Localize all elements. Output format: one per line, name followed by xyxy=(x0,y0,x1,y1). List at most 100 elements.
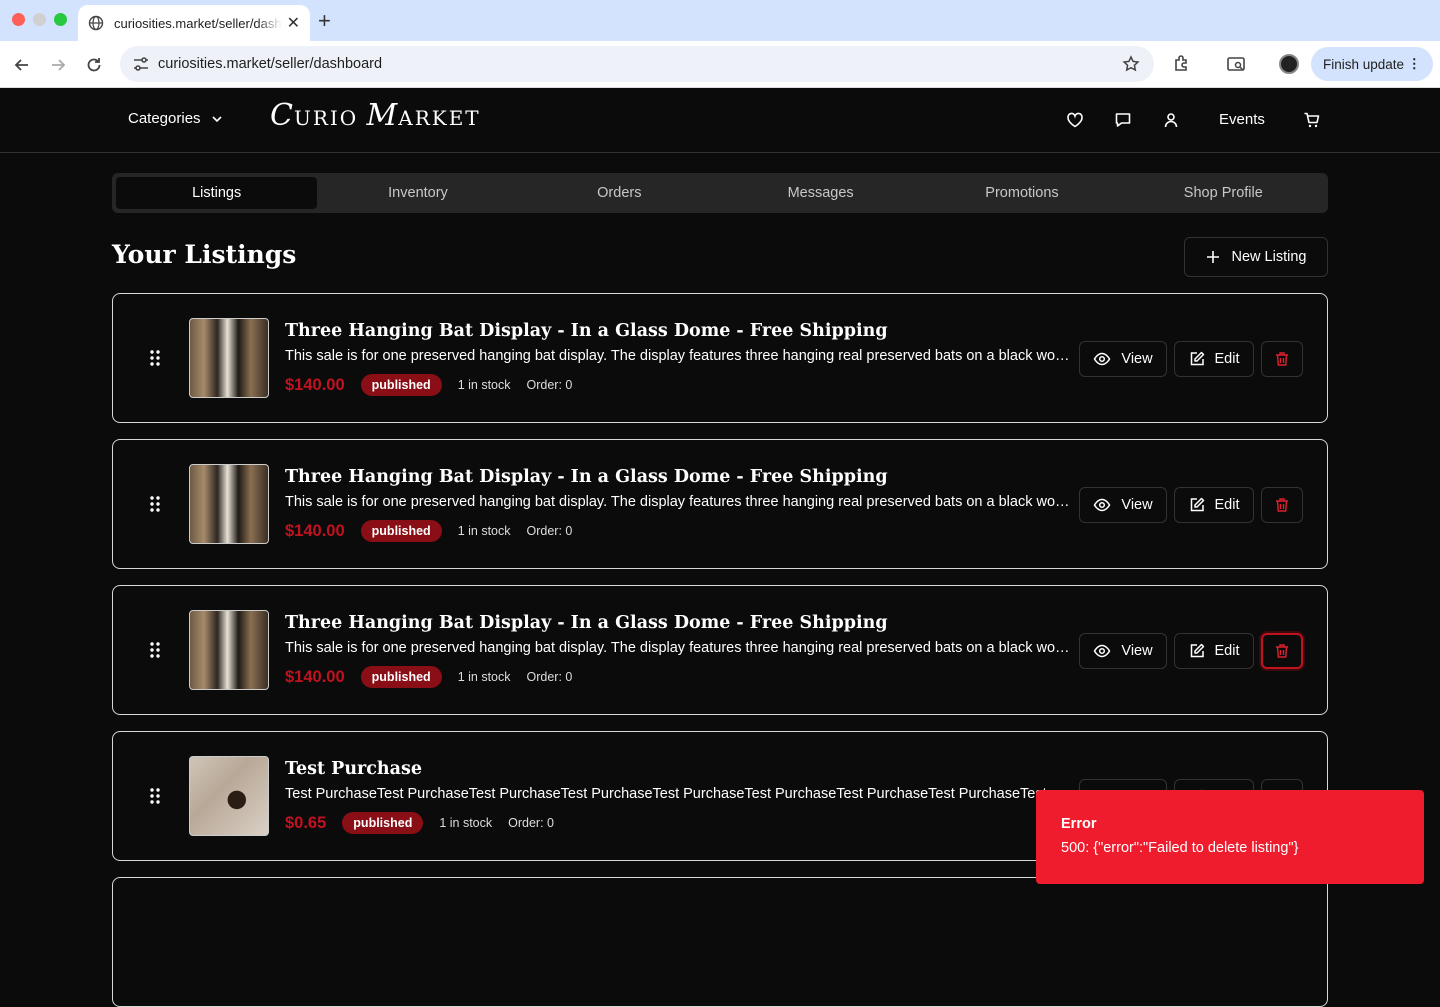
listing-meta: $140.00 published 1 in stock Order: 0 xyxy=(285,520,588,542)
edit-button[interactable]: Edit xyxy=(1174,633,1254,669)
new-listing-button[interactable]: New Listing xyxy=(1184,237,1328,277)
listing-title: Three Hanging Bat Display - In a Glass D… xyxy=(285,613,888,633)
stock-count: 1 in stock xyxy=(457,670,511,684)
trash-icon xyxy=(1276,352,1288,366)
listing-thumbnail[interactable] xyxy=(189,610,269,690)
edit-icon xyxy=(1190,643,1204,658)
stock-count: 1 in stock xyxy=(457,378,511,392)
listing-description: This sale is for one preserved hanging b… xyxy=(285,640,1071,656)
listing-meta: $0.65 published 1 in stock Order: 0 xyxy=(285,812,570,834)
edit-icon xyxy=(1190,351,1204,366)
view-button[interactable]: View xyxy=(1079,341,1167,377)
listing-price: $140.00 xyxy=(285,521,345,540)
tab-listings[interactable]: Listings xyxy=(116,177,318,209)
drag-handle-icon[interactable] xyxy=(149,641,161,659)
logo-word-urio: URIO xyxy=(293,106,367,130)
bookmark-star-icon[interactable] xyxy=(1122,55,1140,73)
close-window-button[interactable] xyxy=(12,13,25,26)
forward-icon[interactable] xyxy=(46,53,70,77)
edit-button[interactable]: Edit xyxy=(1174,487,1254,523)
heart-icon[interactable] xyxy=(1066,111,1084,129)
globe-icon xyxy=(88,15,104,31)
tab-search-icon[interactable] xyxy=(1226,54,1246,74)
site-header: Categories CURIO MARKET Events xyxy=(0,88,1440,153)
order-count: Order: 0 xyxy=(526,670,573,684)
logo-word-arket: ARKET xyxy=(398,106,481,130)
order-count: Order: 0 xyxy=(526,378,573,392)
new-listing-label: New Listing xyxy=(1231,249,1307,265)
events-link[interactable]: Events xyxy=(1219,111,1265,128)
categories-menu-button[interactable]: Categories xyxy=(128,110,223,127)
dashboard-tabs: Listings Inventory Orders Messages Promo… xyxy=(112,173,1328,213)
close-tab-icon[interactable]: ✕ xyxy=(287,13,300,33)
listing-title: Three Hanging Bat Display - In a Glass D… xyxy=(285,467,888,487)
url-text: curiosities.market/seller/dashboard xyxy=(158,56,383,72)
delete-button[interactable] xyxy=(1261,487,1303,523)
profile-avatar[interactable] xyxy=(1279,54,1299,74)
tab-shop-profile[interactable]: Shop Profile xyxy=(1123,177,1324,209)
listing-thumbnail[interactable] xyxy=(189,464,269,544)
window-controls xyxy=(12,13,67,26)
edit-button[interactable]: Edit xyxy=(1174,341,1254,377)
eye-icon xyxy=(1094,352,1111,366)
listing-card: Three Hanging Bat Display - In a Glass D… xyxy=(112,585,1328,715)
plus-icon xyxy=(1206,251,1219,263)
view-label: View xyxy=(1121,497,1153,513)
view-button[interactable]: View xyxy=(1079,633,1167,669)
extensions-icon[interactable] xyxy=(1172,54,1192,74)
finish-update-button[interactable]: Finish update ⋮ xyxy=(1311,47,1433,81)
more-menu-icon[interactable]: ⋮ xyxy=(1408,56,1422,72)
listing-thumbnail[interactable] xyxy=(189,318,269,398)
drag-handle-icon[interactable] xyxy=(149,787,161,805)
listing-title: Test Purchase xyxy=(285,759,422,779)
listing-description: Test PurchaseTest PurchaseTest PurchaseT… xyxy=(285,786,1071,802)
logo-letter-m: M xyxy=(366,98,399,133)
site-logo[interactable]: CURIO MARKET xyxy=(270,98,481,133)
drag-handle-icon[interactable] xyxy=(149,349,161,367)
new-tab-icon[interactable]: + xyxy=(318,8,331,34)
delete-button[interactable] xyxy=(1261,341,1303,377)
view-button[interactable]: View xyxy=(1079,487,1167,523)
listing-price: $0.65 xyxy=(285,813,327,832)
browser-tab[interactable]: curiosities.market/seller/dashboard ✕ xyxy=(78,5,310,41)
listing-description: This sale is for one preserved hanging b… xyxy=(285,494,1071,510)
trash-icon xyxy=(1276,644,1288,658)
cart-icon[interactable] xyxy=(1303,111,1321,129)
maximize-window-button[interactable] xyxy=(54,13,67,26)
edit-icon xyxy=(1190,497,1204,512)
reload-icon[interactable] xyxy=(82,53,106,77)
delete-button[interactable] xyxy=(1261,633,1303,669)
tab-orders[interactable]: Orders xyxy=(519,177,720,209)
browser-toolbar: curiosities.market/seller/dashboard xyxy=(0,41,1440,88)
listing-meta: $140.00 published 1 in stock Order: 0 xyxy=(285,374,588,396)
error-toast[interactable]: Error 500: {"error":"Failed to delete li… xyxy=(1036,790,1424,884)
message-icon[interactable] xyxy=(1114,111,1132,129)
finish-update-label: Finish update xyxy=(1323,56,1405,72)
address-bar[interactable]: curiosities.market/seller/dashboard xyxy=(120,46,1154,82)
browser-tabbar: curiosities.market/seller/dashboard ✕ + xyxy=(0,0,1440,41)
stock-count: 1 in stock xyxy=(439,816,493,830)
edit-label: Edit xyxy=(1214,351,1240,367)
trash-icon xyxy=(1276,498,1288,512)
drag-handle-icon[interactable] xyxy=(149,495,161,513)
listing-card: Three Hanging Bat Display - In a Glass D… xyxy=(112,293,1328,423)
status-badge: published xyxy=(360,520,442,542)
tab-messages[interactable]: Messages xyxy=(720,177,921,209)
tab-promotions[interactable]: Promotions xyxy=(921,177,1122,209)
status-badge: published xyxy=(342,812,424,834)
listing-card-partial xyxy=(112,877,1328,1007)
minimize-window-button[interactable] xyxy=(33,13,46,26)
order-count: Order: 0 xyxy=(526,524,573,538)
site-settings-icon[interactable] xyxy=(132,55,150,73)
back-icon[interactable] xyxy=(10,53,34,77)
view-label: View xyxy=(1121,351,1153,367)
toast-title: Error xyxy=(1061,816,1097,832)
listing-title: Three Hanging Bat Display - In a Glass D… xyxy=(285,321,888,341)
eye-icon xyxy=(1094,644,1111,658)
user-icon[interactable] xyxy=(1162,111,1180,129)
view-label: View xyxy=(1121,643,1153,659)
listing-thumbnail[interactable] xyxy=(189,756,269,836)
tab-inventory[interactable]: Inventory xyxy=(317,177,518,209)
edit-label: Edit xyxy=(1214,643,1240,659)
eye-icon xyxy=(1094,498,1111,512)
